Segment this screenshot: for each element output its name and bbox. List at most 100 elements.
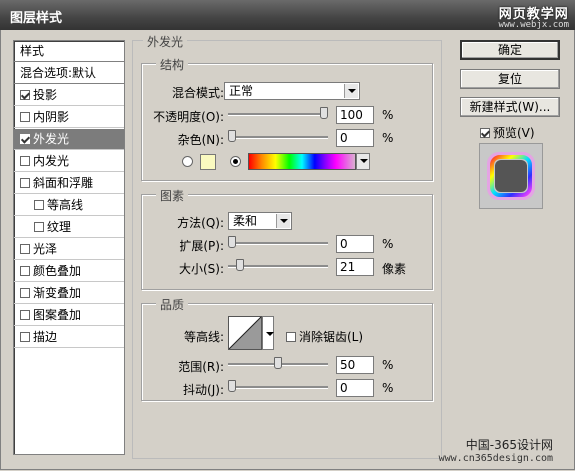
jitter-field[interactable]: 0: [336, 379, 374, 397]
title-bar: 图层样式 网页教学网 www.webjx.com: [0, 0, 575, 30]
technique-select[interactable]: 柔和: [228, 212, 292, 230]
style-item-label: 纹理: [47, 220, 72, 234]
jitter-slider[interactable]: [228, 380, 328, 394]
noise-slider[interactable]: [228, 130, 328, 144]
chevron-down-icon: [357, 154, 369, 169]
new-style-button[interactable]: 新建样式(W)...: [460, 97, 560, 117]
style-item[interactable]: 内发光: [14, 151, 124, 172]
structure-group: 结构 混合模式: 正常 不透明度(O): 100 % 杂色(N): 0 %: [141, 56, 433, 181]
gradient-dropdown[interactable]: [356, 153, 370, 170]
size-field[interactable]: 21: [336, 258, 374, 276]
spread-unit: %: [382, 237, 394, 251]
style-item[interactable]: 内阴影: [14, 107, 124, 128]
slider-track: [228, 136, 328, 139]
contour-picker[interactable]: [228, 316, 262, 350]
slider-track: [228, 386, 328, 389]
contour-label: 等高线:: [183, 330, 224, 344]
style-item-label: 斜面和浮雕: [33, 176, 94, 190]
range-slider[interactable]: [228, 357, 328, 371]
spread-field[interactable]: 0: [336, 235, 374, 253]
reset-button[interactable]: 复位: [460, 69, 560, 89]
style-checkbox-icon[interactable]: [20, 310, 30, 320]
footer-credit: 中国-365设计网 www.cn365design.com: [439, 436, 553, 464]
spread-slider[interactable]: [228, 236, 328, 250]
style-item-label: 外发光: [33, 132, 70, 146]
styles-header[interactable]: 样式: [14, 41, 124, 62]
style-item[interactable]: 光泽: [14, 239, 124, 260]
glow-color-swatch[interactable]: [200, 154, 216, 170]
blend-mode-value: 正常: [229, 84, 254, 98]
style-item[interactable]: 投影: [14, 85, 124, 106]
opacity-slider[interactable]: [228, 107, 328, 121]
gradient-radio[interactable]: [230, 156, 241, 167]
style-item[interactable]: 颜色叠加: [14, 261, 124, 282]
elements-group: 图素 方法(Q): 柔和 扩展(P): 0 % 大小(S): 21 像素: [141, 187, 433, 290]
style-item-label: 等高线: [47, 198, 84, 212]
style-checkbox-icon[interactable]: [20, 112, 30, 122]
style-checkbox-icon[interactable]: [20, 90, 30, 100]
noise-unit: %: [382, 131, 394, 145]
spread-label: 扩展(P):: [179, 239, 224, 253]
antialias-check-icon: [286, 332, 296, 342]
style-item-label: 描边: [33, 330, 58, 344]
chevron-down-icon: [276, 214, 290, 228]
gradient-picker[interactable]: [248, 153, 356, 170]
style-checkbox-icon[interactable]: [20, 244, 30, 254]
technique-label: 方法(Q):: [177, 216, 224, 230]
preview-check-icon: [480, 128, 490, 138]
style-item[interactable]: 外发光: [14, 129, 124, 150]
style-checkbox-icon[interactable]: [20, 288, 30, 298]
style-item[interactable]: 描边: [14, 327, 124, 348]
noise-field[interactable]: 0: [336, 129, 374, 147]
structure-title: 结构: [156, 56, 189, 73]
ok-button[interactable]: 确定: [460, 40, 560, 60]
style-checkbox-icon[interactable]: [20, 332, 30, 342]
quality-group: 品质 等高线: 消除锯齿(L) 范围(R): 50 % 抖动(J): 0 %: [141, 296, 433, 401]
contour-dropdown[interactable]: [262, 316, 274, 350]
style-checkbox-icon[interactable]: [20, 266, 30, 276]
panel-title: 外发光: [143, 33, 188, 50]
style-item[interactable]: 斜面和浮雕: [14, 173, 124, 194]
style-item[interactable]: 渐变叠加: [14, 283, 124, 304]
style-preview: [479, 143, 543, 209]
glow-preview-icon: [487, 152, 535, 200]
opacity-slider-thumb[interactable]: [320, 107, 328, 119]
style-item-label: 内阴影: [33, 110, 70, 124]
size-unit: 像素: [382, 262, 407, 276]
style-item[interactable]: 等高线: [14, 195, 124, 216]
footer-line1: 中国-365设计网: [465, 438, 553, 452]
jitter-slider-thumb[interactable]: [228, 380, 236, 392]
style-checkbox-icon[interactable]: [20, 134, 30, 144]
watermark-line2: www.webjx.com: [498, 20, 569, 30]
style-checkbox-icon[interactable]: [20, 178, 30, 188]
range-field[interactable]: 50: [336, 356, 374, 374]
style-checkbox-icon[interactable]: [34, 222, 44, 232]
noise-slider-thumb[interactable]: [228, 130, 236, 142]
window-title: 图层样式: [10, 11, 63, 26]
preview-label: 预览(V): [493, 126, 535, 140]
opacity-field[interactable]: 100: [336, 106, 374, 124]
style-item[interactable]: 纹理: [14, 217, 124, 238]
jitter-unit: %: [382, 381, 394, 395]
slider-track: [228, 113, 328, 116]
range-unit: %: [382, 358, 394, 372]
style-item-label: 图案叠加: [33, 308, 82, 322]
slider-track: [228, 242, 328, 245]
style-item[interactable]: 图案叠加: [14, 305, 124, 326]
technique-value: 柔和: [233, 214, 258, 228]
spread-slider-thumb[interactable]: [228, 236, 236, 248]
chevron-down-icon: [344, 84, 358, 98]
outer-glow-panel: 外发光 结构 混合模式: 正常 不透明度(O): 100 % 杂色(N): 0 …: [132, 33, 442, 459]
preview-checkbox[interactable]: 预览(V): [480, 124, 535, 141]
size-slider-thumb[interactable]: [236, 259, 244, 271]
blending-options-item[interactable]: 混合选项:默认: [14, 63, 124, 84]
blend-mode-select[interactable]: 正常: [224, 82, 360, 100]
style-checkbox-icon[interactable]: [34, 200, 44, 210]
antialias-checkbox[interactable]: 消除锯齿(L): [286, 328, 363, 345]
contour-curve-icon: [229, 317, 261, 349]
solid-color-radio[interactable]: [182, 156, 193, 167]
range-slider-thumb[interactable]: [274, 357, 282, 369]
style-checkbox-icon[interactable]: [20, 156, 30, 166]
chevron-down-icon: [263, 327, 274, 339]
size-slider[interactable]: [228, 259, 328, 273]
